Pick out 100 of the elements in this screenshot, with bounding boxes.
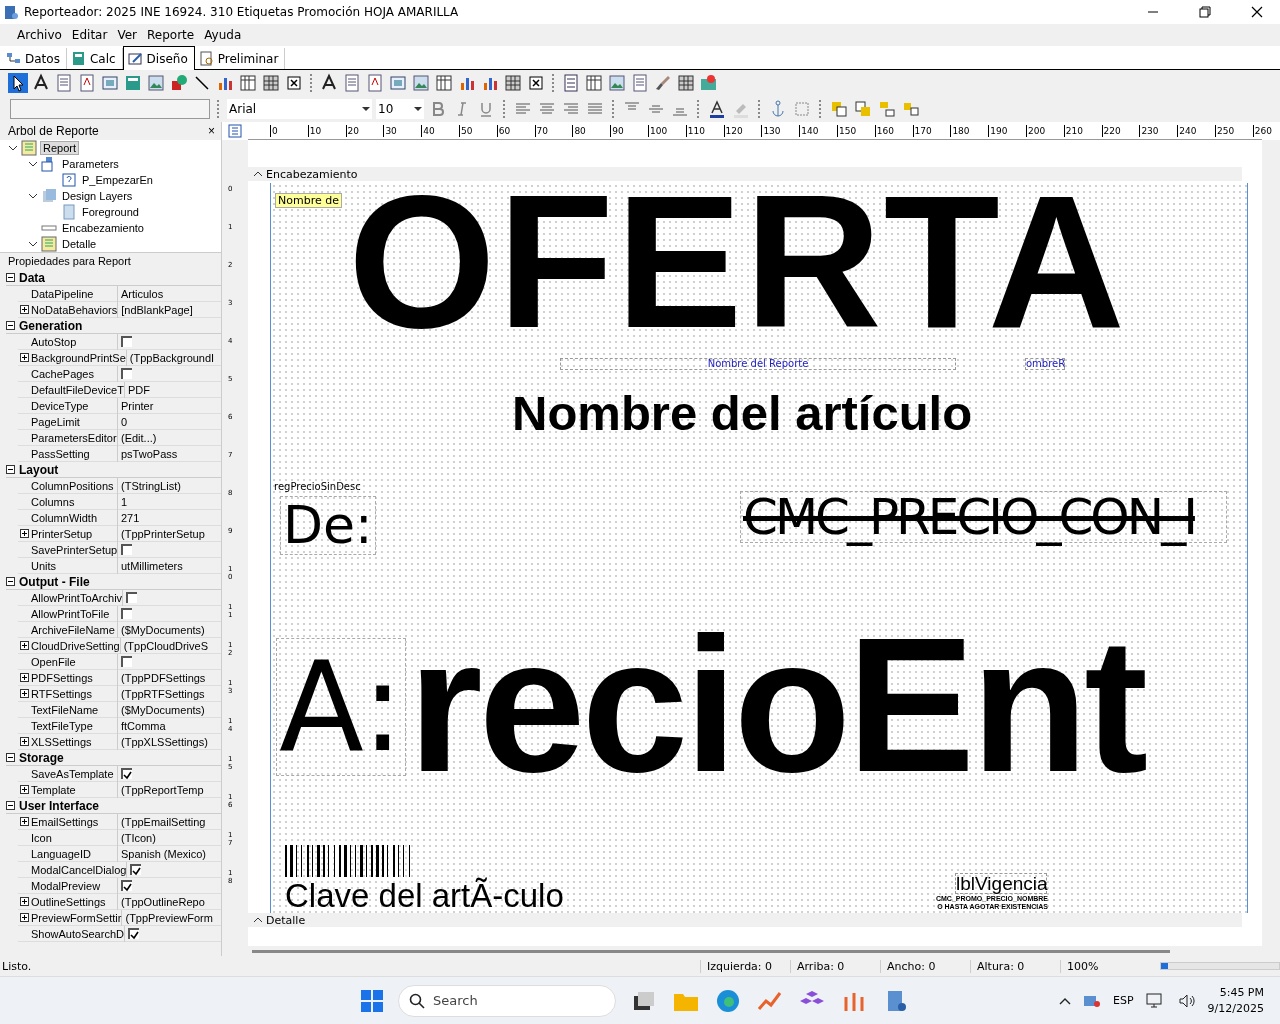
property-row[interactable]: PageLimit 0 xyxy=(18,414,221,430)
property-row[interactable]: PDFSettings (TppPDFSettings xyxy=(18,670,221,686)
search-field[interactable]: Search xyxy=(398,984,616,1017)
property-row[interactable]: RTFSettings (TppRTFSettings xyxy=(18,686,221,702)
expand-icon[interactable] xyxy=(20,529,29,538)
property-row[interactable]: OpenFile xyxy=(18,654,221,670)
tree-item[interactable]: Detalle xyxy=(60,238,99,250)
property-row[interactable]: Icon (TIcon) xyxy=(18,830,221,846)
price-label[interactable]: De: xyxy=(280,496,376,556)
property-row[interactable]: TextFileName ($MyDocuments) xyxy=(18,702,221,718)
clock-date[interactable]: 9/12/2025 xyxy=(1207,1002,1264,1015)
font-color-icon[interactable] xyxy=(707,99,727,119)
label-icon[interactable] xyxy=(365,73,385,93)
property-value[interactable]: (TppEmailSetting xyxy=(118,815,206,828)
field-label[interactable]: Nombre de xyxy=(275,193,342,208)
image-icon[interactable] xyxy=(146,73,166,93)
property-row[interactable]: PrinterSetup (TppPrinterSetup xyxy=(18,526,221,542)
property-value[interactable]: utMillimeters xyxy=(118,559,183,572)
close-icon[interactable] xyxy=(1249,4,1265,20)
property-value[interactable]: (TIcon) xyxy=(118,831,156,844)
expand-icon[interactable] xyxy=(20,305,29,314)
title-text[interactable]: Nombre del artículo xyxy=(512,389,973,438)
checkbox[interactable] xyxy=(121,544,133,555)
calc-icon[interactable] xyxy=(123,73,143,93)
property-value[interactable]: Spanish (Mexico) xyxy=(118,847,206,860)
collapse-icon[interactable] xyxy=(6,577,15,586)
property-value[interactable]: ($MyDocuments) xyxy=(118,703,205,716)
property-row[interactable]: PassSetting psTwoPass xyxy=(18,446,221,462)
expand-icon[interactable] xyxy=(20,737,29,746)
collapse-caret-icon[interactable] xyxy=(28,191,38,201)
menu-item[interactable]: Ayuda xyxy=(199,26,247,44)
headline-text[interactable]: OFERTA xyxy=(348,187,1127,336)
expand-icon[interactable] xyxy=(20,817,29,826)
property-value[interactable]: (TStringList) xyxy=(118,479,181,492)
chevron-up-icon[interactable] xyxy=(1059,996,1071,1005)
start-icon[interactable] xyxy=(360,988,384,1013)
field-icon[interactable] xyxy=(100,73,120,93)
property-row[interactable]: NoDataBehaviors [ndBlankPage] xyxy=(18,302,221,318)
expand-icon[interactable] xyxy=(20,641,29,650)
collapse-caret-icon[interactable] xyxy=(28,159,38,169)
property-row[interactable]: ModalPreview xyxy=(18,878,221,894)
property-value[interactable]: [ndBlankPage] xyxy=(118,303,193,316)
text-field[interactable] xyxy=(10,99,210,119)
property-value[interactable]: ftComma xyxy=(118,719,166,732)
tree-item[interactable]: Encabezamiento xyxy=(60,222,146,234)
align-objects-icon[interactable] xyxy=(877,99,897,119)
property-row[interactable]: Template (TppReportTemp xyxy=(18,782,221,798)
property-row[interactable]: AllowPrintToArchiv xyxy=(18,590,221,606)
property-row[interactable]: CloudDriveSetting (TppCloudDriveS xyxy=(18,638,221,654)
volume-icon[interactable] xyxy=(1177,992,1196,1009)
checkbox[interactable] xyxy=(127,928,139,939)
checkbox[interactable] xyxy=(121,336,132,347)
checkbox[interactable] xyxy=(121,768,132,779)
bring-front-icon[interactable] xyxy=(829,99,849,119)
shape-icon[interactable] xyxy=(169,73,189,93)
table-icon[interactable] xyxy=(238,73,258,93)
property-row[interactable]: SavePrinterSetup xyxy=(18,542,221,558)
brush-icon[interactable] xyxy=(653,73,673,93)
property-row[interactable]: EmailSettings (TppEmailSetting xyxy=(18,814,221,830)
price-field[interactable]: recioEnt xyxy=(408,628,1145,782)
menu-item[interactable]: Archivo xyxy=(12,26,67,44)
collapse-caret-icon[interactable] xyxy=(28,239,38,249)
menu-item[interactable]: Reporte xyxy=(142,26,200,44)
checkbox[interactable] xyxy=(121,880,132,891)
checkbox[interactable] xyxy=(121,608,132,619)
property-value[interactable]: 1 xyxy=(118,495,128,508)
property-value[interactable]: (TppPDFSettings xyxy=(118,671,206,684)
property-value[interactable]: (TppCloudDriveS xyxy=(120,639,209,652)
grid-icon[interactable] xyxy=(261,73,281,93)
clock-time[interactable]: 5:45 PM xyxy=(1219,986,1264,999)
send-back-icon[interactable] xyxy=(853,99,873,119)
property-value[interactable]: psTwoPass xyxy=(118,447,178,460)
collapse-icon[interactable] xyxy=(6,321,15,330)
collapse-icon[interactable] xyxy=(6,465,15,474)
menu-item[interactable]: Ver xyxy=(112,26,142,44)
tree-item[interactable]: P_EmpezarEn xyxy=(80,174,155,186)
property-row[interactable]: TextFileType ftComma xyxy=(18,718,221,734)
collapse-icon[interactable] xyxy=(6,753,15,762)
collapse-icon[interactable] xyxy=(6,273,15,282)
system-variable-field[interactable]: Nombre del Reporte xyxy=(560,358,956,370)
checkbox[interactable] xyxy=(126,592,138,603)
list-icon[interactable] xyxy=(561,73,581,93)
property-row[interactable]: AllowPrintToFile xyxy=(18,606,221,622)
field-icon[interactable] xyxy=(388,73,408,93)
size-dropdown[interactable]: 10 xyxy=(376,99,424,119)
menu-item[interactable]: Editar xyxy=(66,26,113,44)
property-value[interactable]: (TppXLSSettings) xyxy=(118,735,208,748)
property-row[interactable]: AutoStop xyxy=(18,334,221,350)
horizontal-scrollbar[interactable] xyxy=(222,946,1280,956)
band-header[interactable]: Encabezamiento xyxy=(248,167,1242,181)
property-row[interactable]: ParametersEditor (Edit...) xyxy=(18,430,221,446)
close-button[interactable]: × xyxy=(208,124,215,138)
property-value[interactable]: (TppRTFSettings xyxy=(118,687,205,700)
expand-icon[interactable] xyxy=(20,353,29,362)
property-row[interactable]: ShowAutoSearchD xyxy=(18,926,221,942)
property-row[interactable]: ColumnPositions (TStringList) xyxy=(18,478,221,494)
expand-icon[interactable] xyxy=(20,913,29,922)
close-box-icon[interactable] xyxy=(284,73,304,93)
property-row[interactable]: CachePages xyxy=(18,366,221,382)
property-value[interactable]: (Edit...) xyxy=(118,431,157,444)
